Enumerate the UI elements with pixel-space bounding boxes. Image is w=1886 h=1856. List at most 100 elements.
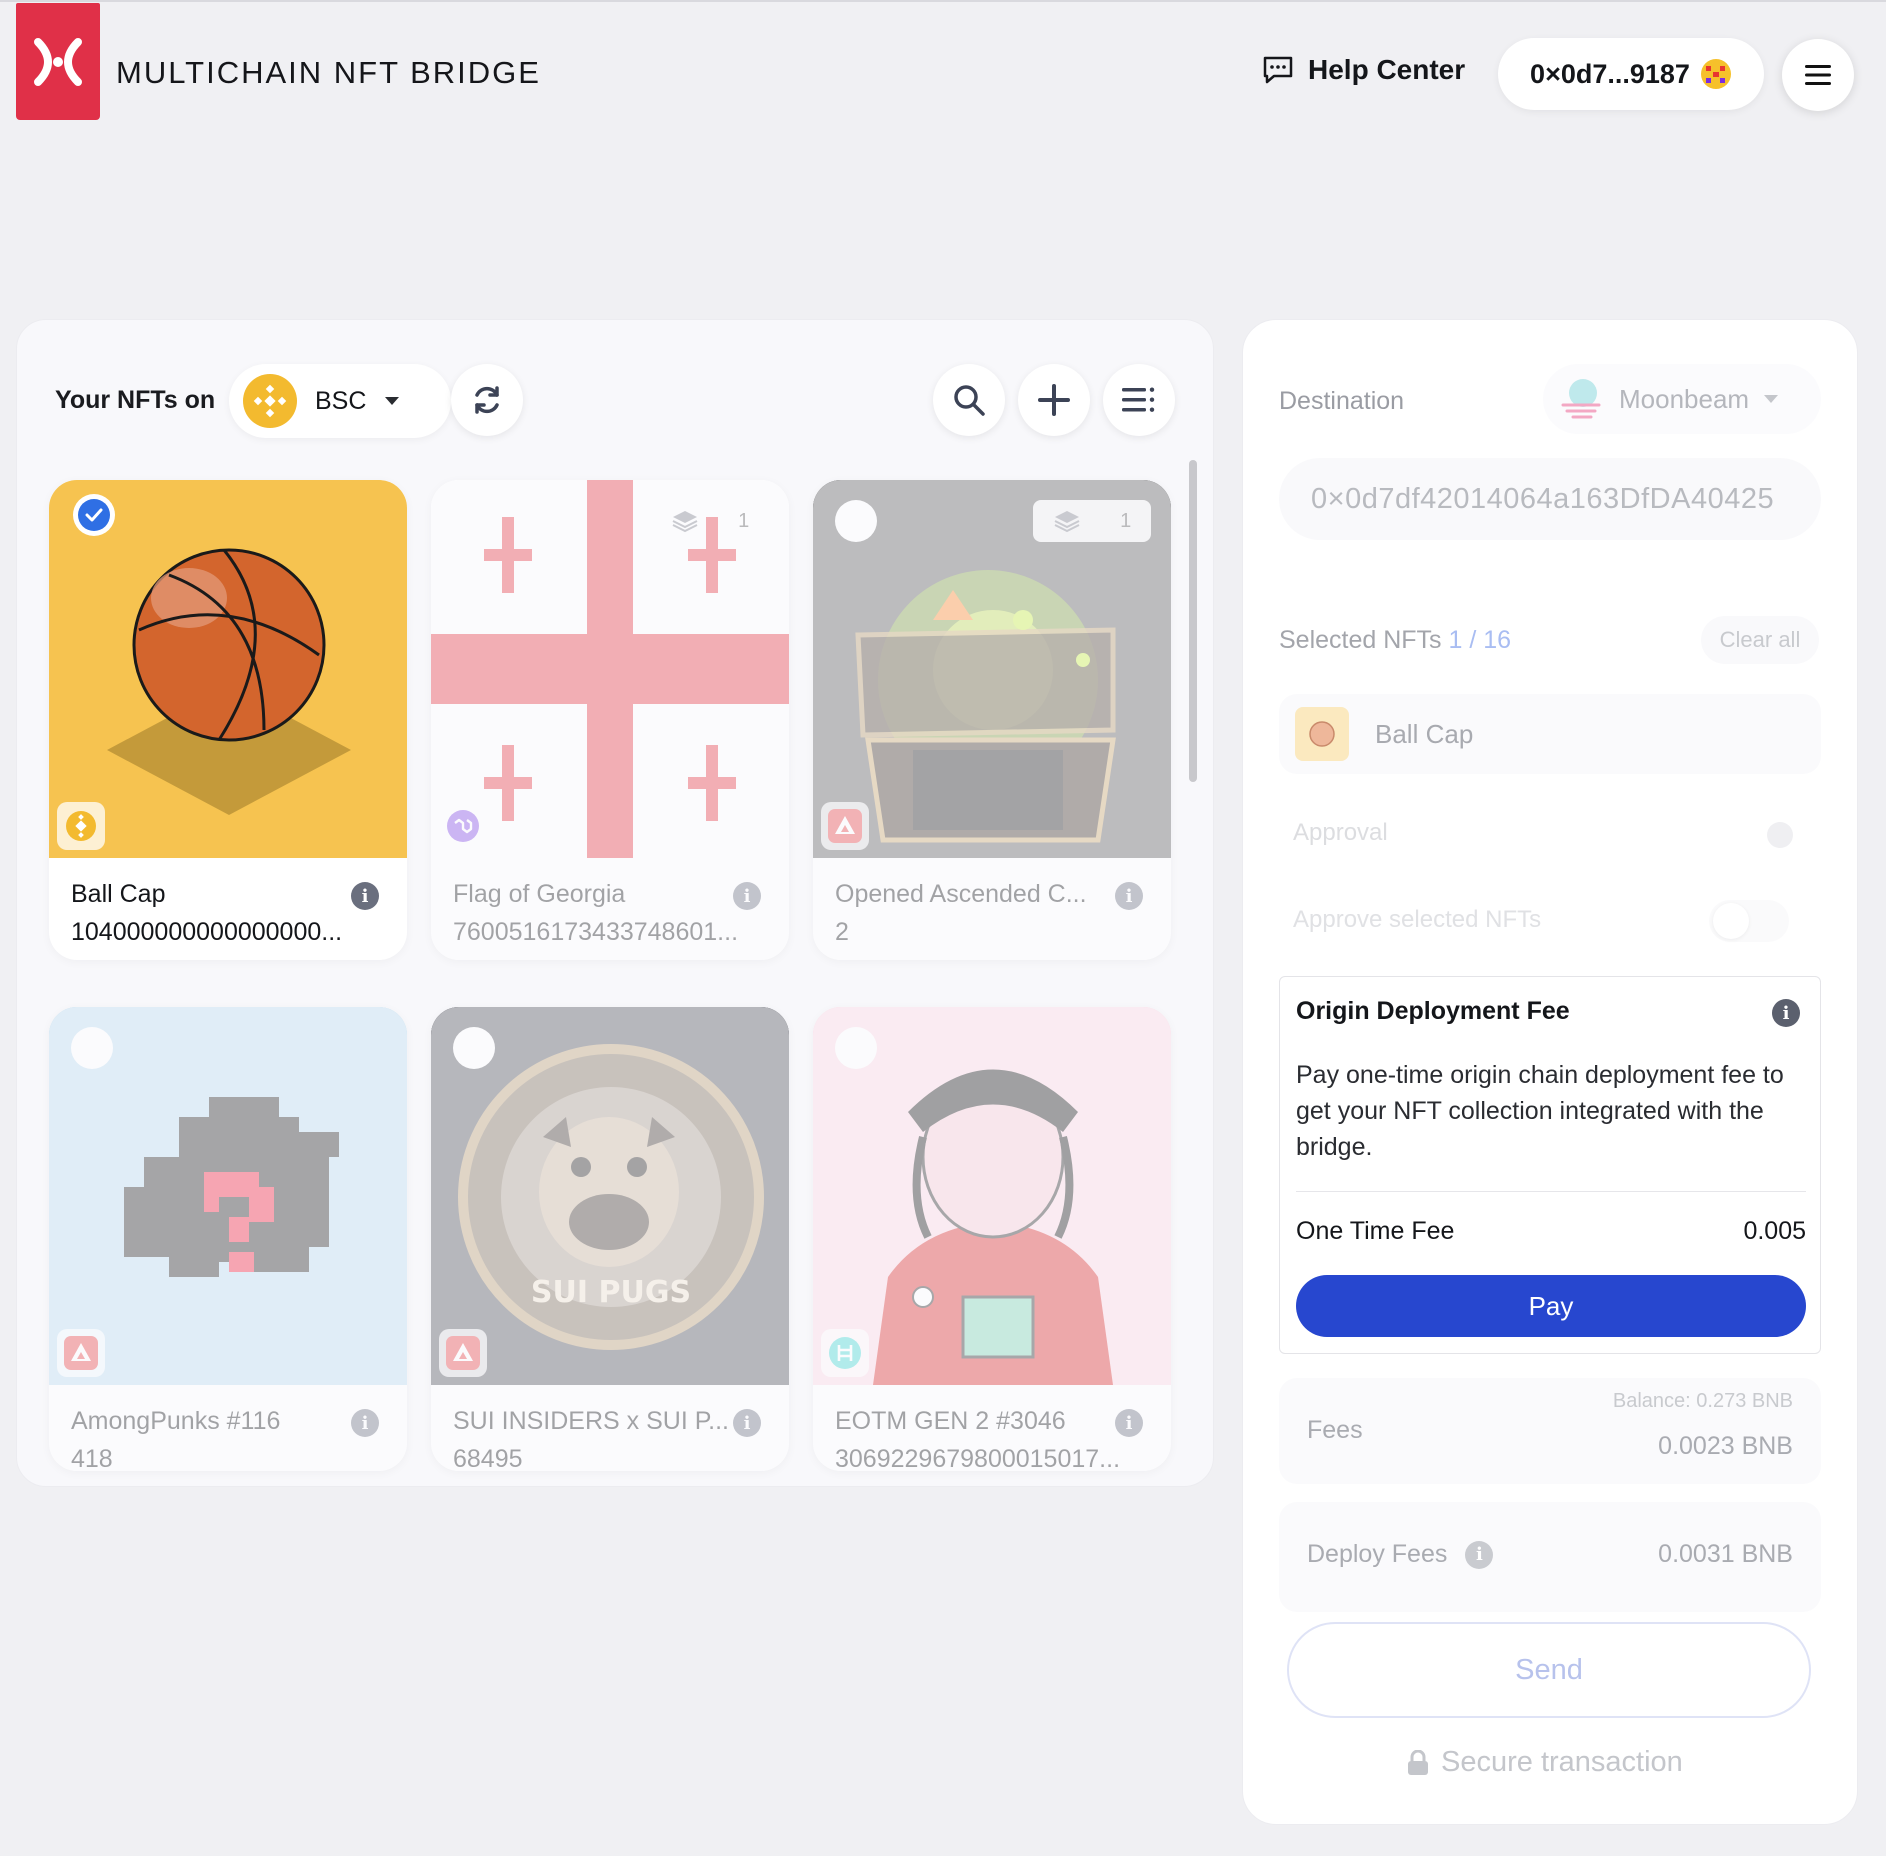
image-text: SUI PUGS — [531, 1275, 691, 1310]
wallet-avatar-icon — [1700, 59, 1731, 89]
x-logo-icon — [34, 37, 82, 86]
search-button[interactable] — [933, 364, 1005, 436]
copies-count: 1 — [738, 509, 750, 532]
polygon-icon — [447, 810, 479, 842]
source-chain-label: BSC — [315, 386, 367, 415]
info-icon[interactable]: i — [733, 882, 761, 910]
pay-button[interactable]: Pay — [1296, 1275, 1806, 1337]
deploy-fees-label: Deploy Fees — [1307, 1540, 1448, 1568]
nft-name: SUI INSIDERS x SUI P... — [453, 1407, 730, 1435]
help-center-link[interactable]: Help Center — [1262, 54, 1465, 86]
hedera-icon — [829, 1337, 861, 1369]
divider — [1296, 1191, 1806, 1192]
nft-name: Opened Ascended C... — [835, 880, 1087, 908]
list-icon — [1122, 387, 1155, 412]
info-icon[interactable]: i — [733, 1409, 761, 1437]
search-icon — [954, 385, 985, 416]
check-icon — [78, 499, 110, 531]
chain-badge — [439, 802, 487, 850]
nft-card[interactable]: 1 Flag of Georgia 7600516173433748601...… — [431, 480, 789, 960]
moonbeam-icon — [1561, 379, 1601, 419]
refresh-button[interactable] — [451, 364, 523, 436]
nft-name: Flag of Georgia — [453, 880, 626, 908]
info-icon[interactable]: i — [1115, 882, 1143, 910]
bnb-icon — [243, 374, 297, 428]
wallet-address: 0×0d7...9187 — [1530, 58, 1690, 89]
toggle-knob — [1713, 903, 1749, 939]
nft-token-id: 7600516173433748601... — [453, 918, 739, 946]
nft-token-id: 104000000000000000... — [71, 918, 343, 946]
nft-image — [49, 480, 407, 858]
hamburger-icon — [1805, 65, 1831, 85]
copies-badge: 1 — [1033, 500, 1151, 542]
layers-icon — [1054, 511, 1080, 533]
destination-chain-select[interactable]: Moonbeam — [1543, 364, 1821, 434]
chat-icon — [1263, 56, 1293, 84]
plus-icon — [1038, 384, 1070, 416]
fee-card-description: Pay one-time origin chain deployment fee… — [1296, 1061, 1784, 1161]
lock-icon — [1408, 1749, 1428, 1775]
selected-nft-name: Ball Cap — [1375, 718, 1474, 749]
nft-token-id: 3069229679800015017... — [835, 1445, 1121, 1471]
destination-address-input[interactable]: 0×0d7df42014064a163DfDA40425 — [1279, 458, 1821, 540]
avalanche-icon — [446, 1336, 480, 1370]
chain-badge — [821, 1329, 869, 1377]
add-nft-button[interactable] — [1018, 364, 1090, 436]
nft-card[interactable]: AmongPunks #116 418 i — [49, 1007, 407, 1471]
list-view-button[interactable] — [1103, 364, 1175, 436]
approval-info-icon[interactable] — [1767, 822, 1793, 848]
select-checkbox[interactable] — [835, 1027, 877, 1069]
balance-text: Balance: 0.273 BNB — [1612, 1390, 1793, 1412]
selected-nft-item[interactable]: Ball Cap — [1279, 694, 1821, 774]
nft-card[interactable]: 1 Opened Ascended C... 2 i — [813, 480, 1171, 960]
approve-selected-label: Approve selected NFTs — [1293, 906, 1542, 933]
chain-badge — [57, 802, 105, 850]
destination-chain-label: Moonbeam — [1619, 383, 1750, 414]
basketball-icon — [1309, 721, 1335, 747]
info-icon[interactable]: i — [351, 882, 379, 910]
nft-token-id: 68495 — [453, 1445, 523, 1471]
select-checkbox[interactable] — [453, 500, 495, 542]
nft-name: Ball Cap — [71, 880, 166, 908]
origin-deployment-fee-card: Origin Deployment Fee i Pay one-time ori… — [1279, 976, 1821, 1354]
brand-title: MULTICHAIN NFT BRIDGE — [116, 55, 541, 90]
one-time-fee-row: One Time Fee 0.005 — [1296, 1217, 1806, 1246]
info-icon[interactable]: i — [1772, 999, 1800, 1027]
logo[interactable] — [16, 3, 100, 120]
select-checkbox[interactable] — [835, 500, 877, 542]
fees-label: Fees — [1307, 1416, 1363, 1444]
caret-down-icon — [385, 397, 400, 405]
select-checkbox[interactable] — [71, 1027, 113, 1069]
copies-badge: 1 — [651, 500, 769, 542]
source-chain-select[interactable]: BSC — [229, 364, 451, 438]
refresh-icon — [475, 386, 499, 414]
clear-all-button[interactable]: Clear all — [1701, 616, 1819, 664]
chain-badge — [821, 802, 869, 850]
info-icon[interactable]: i — [1465, 1540, 1494, 1569]
menu-button[interactable] — [1782, 39, 1854, 111]
nft-panel: Your NFTs on BSC Ball Cap 10400000000000… — [16, 319, 1214, 1487]
top-border — [0, 0, 1886, 2]
deploy-fees-value: 0.0031 BNB — [1658, 1540, 1793, 1568]
secure-transaction-label: Secure transaction — [1441, 1746, 1683, 1778]
send-button[interactable]: Send — [1287, 1622, 1811, 1718]
info-icon[interactable]: i — [351, 1409, 379, 1437]
info-icon[interactable]: i — [1115, 1409, 1143, 1437]
destination-label: Destination — [1279, 387, 1405, 415]
nft-card[interactable]: Ball Cap 104000000000000000... i — [49, 480, 407, 960]
approval-label: Approval — [1293, 819, 1388, 846]
fees-box: Balance: 0.273 BNB Fees 0.0023 BNB — [1279, 1378, 1821, 1484]
approve-toggle[interactable] — [1709, 900, 1789, 942]
select-checkbox[interactable] — [73, 494, 115, 536]
deploy-fees-heading: Deploy Fees i — [1307, 1540, 1494, 1569]
selected-nft-thumbnail — [1295, 707, 1349, 761]
scrollbar[interactable] — [1189, 460, 1197, 782]
nft-card[interactable]: EOTM GEN 2 #3046 3069229679800015017... … — [813, 1007, 1171, 1471]
one-time-fee-label: One Time Fee — [1296, 1217, 1455, 1245]
select-checkbox[interactable] — [453, 1027, 495, 1069]
nft-card[interactable]: SUI PUGS SUI INSIDERS x SUI P... 68495 i — [431, 1007, 789, 1471]
wallet-button[interactable]: 0×0d7...9187 — [1498, 38, 1764, 110]
fees-value: 0.0023 BNB — [1658, 1432, 1793, 1460]
chain-badge — [57, 1329, 105, 1377]
avalanche-icon — [828, 809, 862, 843]
